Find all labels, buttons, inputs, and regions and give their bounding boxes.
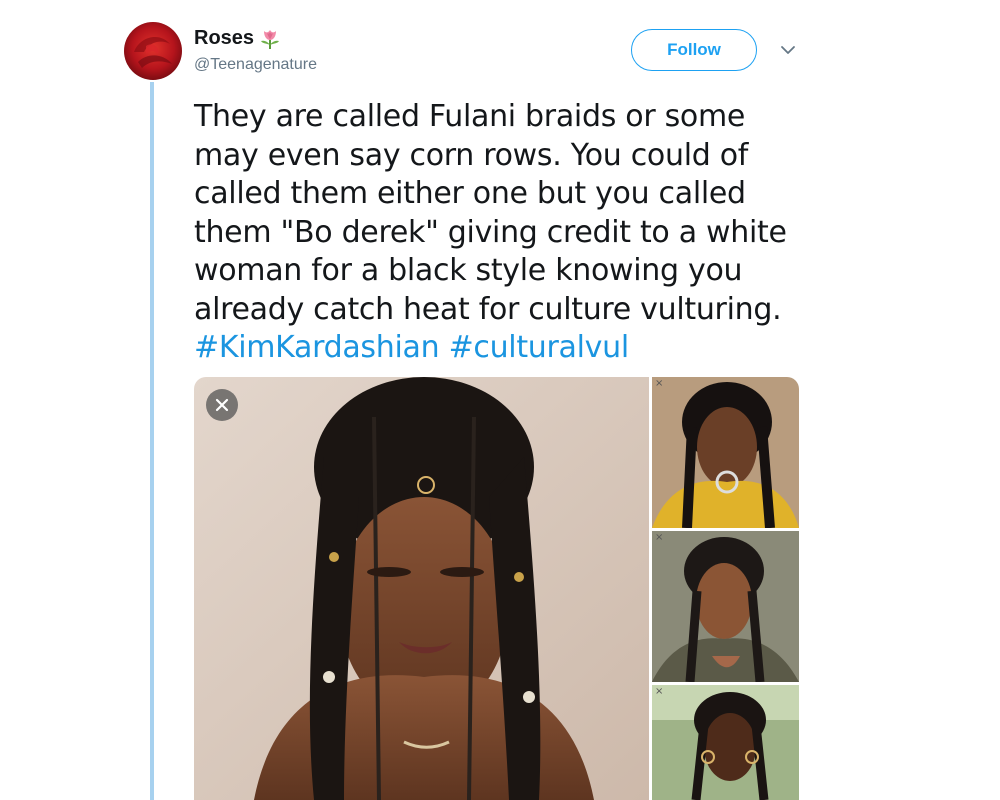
close-icon[interactable]: × xyxy=(655,533,663,543)
media-photo-4[interactable]: × xyxy=(652,685,799,800)
close-icon[interactable]: × xyxy=(655,687,663,697)
avatar[interactable] xyxy=(124,22,182,80)
media-photo-2[interactable]: × xyxy=(652,377,799,528)
author-display-name[interactable]: Roses xyxy=(194,27,254,50)
media-photo-3[interactable]: × xyxy=(652,531,799,682)
author-handle[interactable]: @Teenagenature xyxy=(194,56,317,74)
media-photo-main[interactable] xyxy=(194,377,649,800)
author-name-row[interactable]: Roses xyxy=(194,24,282,52)
follow-button[interactable]: Follow xyxy=(631,29,757,71)
chevron-down-icon[interactable] xyxy=(778,40,798,60)
thread-line xyxy=(150,82,154,800)
close-icon[interactable]: × xyxy=(655,379,663,389)
tweet-text-line: They are called Fulani braids or some xyxy=(194,99,746,134)
tweet-text-line: woman for a black style knowing you xyxy=(194,253,743,288)
tweet-text: They are called Fulani braids or some ma… xyxy=(194,98,814,368)
hashtag-link[interactable]: #culturalvul xyxy=(449,330,630,365)
tweet-text-line: already catch heat for culture vulturing… xyxy=(194,291,782,327)
close-icon[interactable] xyxy=(206,389,238,421)
tweet-text-line: them "Bo derek" giving credit to a white xyxy=(194,214,787,250)
rose-icon xyxy=(258,26,282,50)
hashtag-link[interactable]: #KimKardashian xyxy=(194,330,440,365)
tweet-text-line: may even say corn rows. You could of xyxy=(194,137,749,173)
media-grid: × × × xyxy=(194,377,799,800)
tweet-text-line: called them either one but you called xyxy=(194,176,746,211)
hashtag-line: #KimKardashian #culturalvul xyxy=(194,329,814,368)
